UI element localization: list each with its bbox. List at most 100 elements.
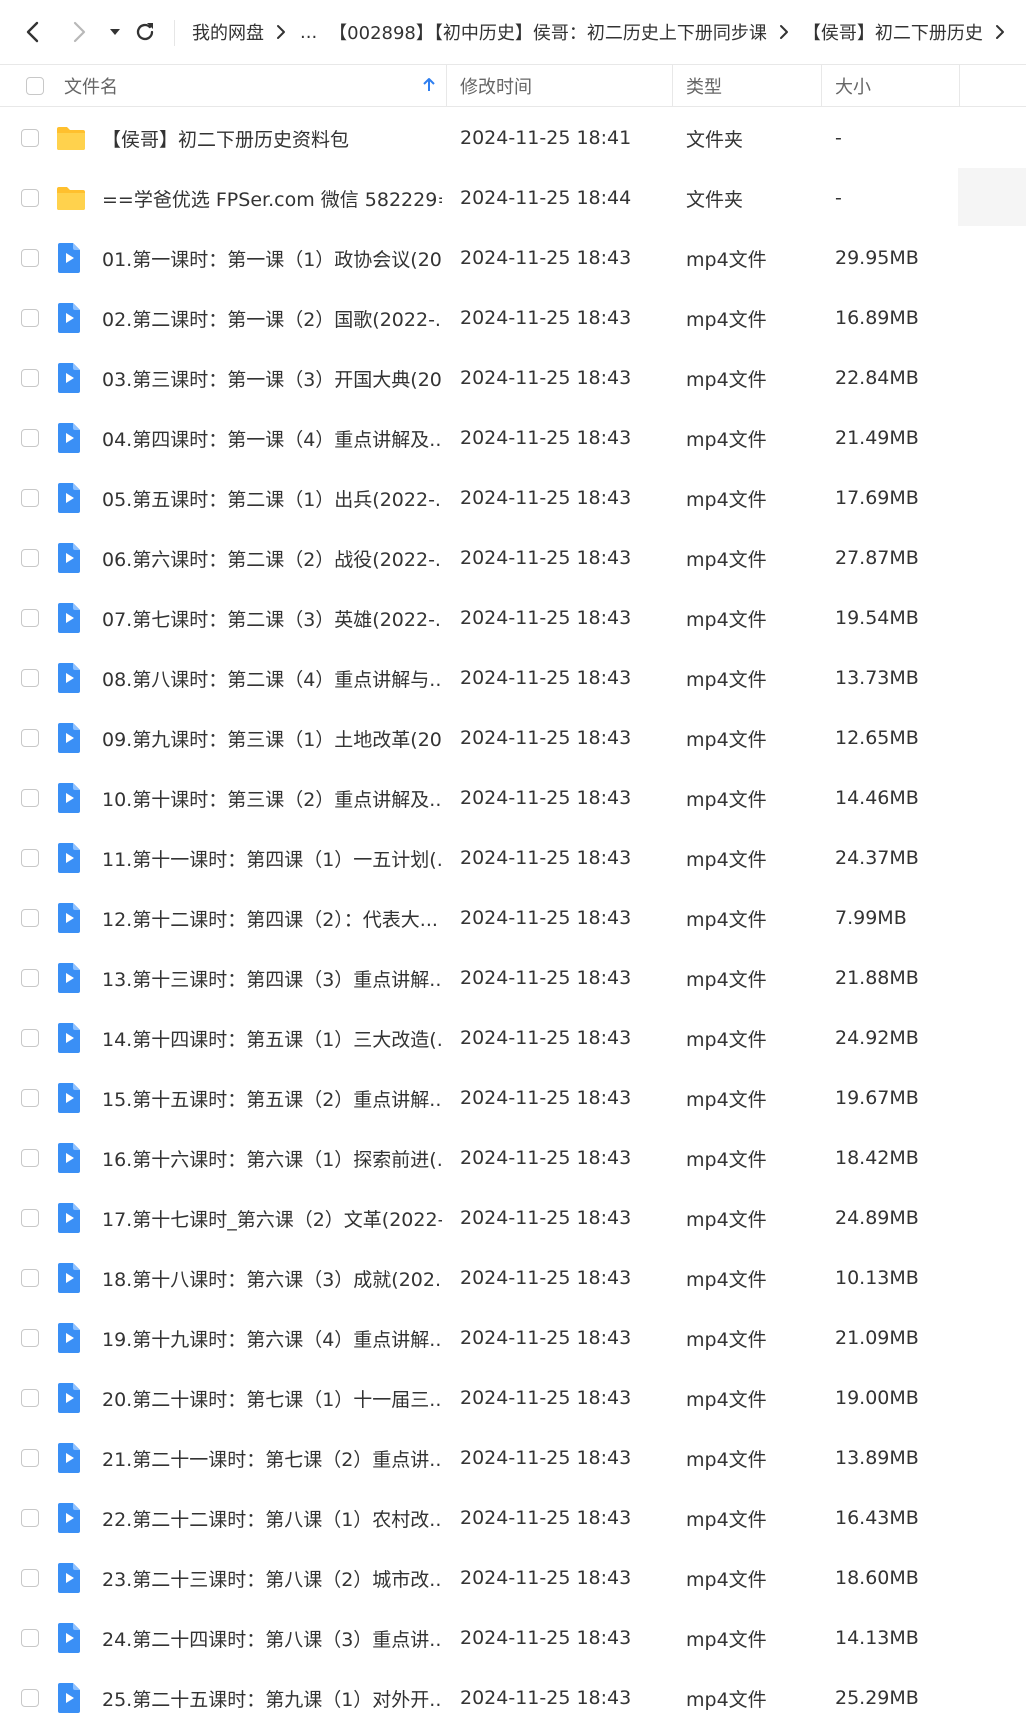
file-name[interactable]: 20.第二十课时：第七课（1）十一届三... <box>102 1368 442 1428</box>
breadcrumb-item-current[interactable]: 【侯哥】初二下册历史 <box>803 19 983 45</box>
file-name[interactable]: 04.第四课时：第一课（4）重点讲解及... <box>102 408 442 468</box>
forward-button[interactable] <box>62 14 96 50</box>
row-checkbox[interactable] <box>21 1389 39 1407</box>
file-name[interactable]: 11.第十一课时：第四课（1）一五计划(... <box>102 828 442 888</box>
file-name[interactable]: 15.第十五课时：第五课（2）重点讲解... <box>102 1068 442 1128</box>
row-checkbox[interactable] <box>21 969 39 987</box>
row-checkbox[interactable] <box>21 1569 39 1587</box>
file-row[interactable]: 23.第二十三课时：第八课（2）城市改... 2024-11-25 18:43 mp… <box>0 1548 1026 1608</box>
file-size: 16.89MB <box>835 307 919 329</box>
column-header-name[interactable]: 文件名 <box>64 65 447 106</box>
row-checkbox[interactable] <box>21 1149 39 1167</box>
back-button[interactable] <box>16 14 50 50</box>
file-name[interactable]: 19.第十九课时：第六课（4）重点讲解... <box>102 1308 442 1368</box>
row-checkbox[interactable] <box>21 249 39 267</box>
row-checkbox[interactable] <box>21 189 39 207</box>
row-checkbox[interactable] <box>21 129 39 147</box>
row-checkbox[interactable] <box>21 429 39 447</box>
file-name[interactable]: 01.第一课时：第一课（1）政协会议(20... <box>102 228 442 288</box>
file-row[interactable]: 08.第八课时：第二课（4）重点讲解与... 2024-11-25 18:43 mp… <box>0 648 1026 708</box>
file-row[interactable]: 25.第二十五课时：第九课（1）对外开... 2024-11-25 18:43 mp… <box>0 1668 1026 1728</box>
row-checkbox[interactable] <box>21 609 39 627</box>
row-checkbox[interactable] <box>21 1329 39 1347</box>
file-name[interactable]: 09.第九课时：第三课（1）土地改革(20... <box>102 708 442 768</box>
file-row[interactable]: 01.第一课时：第一课（1）政协会议(20... 2024-11-25 18:43… <box>0 228 1026 288</box>
row-checkbox[interactable] <box>21 1509 39 1527</box>
file-row[interactable]: 15.第十五课时：第五课（2）重点讲解... 2024-11-25 18:43 mp… <box>0 1068 1026 1128</box>
row-checkbox[interactable] <box>21 369 39 387</box>
file-name[interactable]: 14.第十四课时：第五课（1）三大改造(... <box>102 1008 442 1068</box>
row-checkbox[interactable] <box>21 1089 39 1107</box>
file-name[interactable]: 24.第二十四课时：第八课（3）重点讲... <box>102 1608 442 1668</box>
file-row[interactable]: 20.第二十课时：第七课（1）十一届三... 2024-11-25 18:43 mp… <box>0 1368 1026 1428</box>
file-row[interactable]: 06.第六课时：第二课（2）战役(2022-... 2024-11-25 18:4… <box>0 528 1026 588</box>
file-name[interactable]: 08.第八课时：第二课（4）重点讲解与... <box>102 648 442 708</box>
file-row[interactable]: 11.第十一课时：第四课（1）一五计划(... 2024-11-25 18:43 m… <box>0 828 1026 888</box>
file-row[interactable]: 07.第七课时：第二课（3）英雄(2022-... 2024-11-25 18:4… <box>0 588 1026 648</box>
file-name[interactable]: ==学爸优选 FPSer.com 微信 582229== <box>102 168 442 228</box>
file-name[interactable]: 06.第六课时：第二课（2）战役(2022-... <box>102 528 442 588</box>
select-all-checkbox[interactable] <box>26 76 44 95</box>
file-row[interactable]: 05.第五课时：第二课（1）出兵(2022-... 2024-11-25 18:4… <box>0 468 1026 528</box>
row-checkbox[interactable] <box>21 1629 39 1647</box>
row-checkbox[interactable] <box>21 309 39 327</box>
breadcrumb-item-ellipsis[interactable]: ... <box>300 22 317 43</box>
file-name[interactable]: 13.第十三课时：第四课（3）重点讲解... <box>102 948 442 1008</box>
file-row[interactable]: ==学爸优选 FPSer.com 微信 582229== 2024-11-25 1… <box>0 168 1026 228</box>
file-name[interactable]: 12.第十二课时：第四课（2）：代表大... <box>102 888 442 948</box>
file-row[interactable]: 17.第十七课时_第六课（2）文革(2022-... 2024-11-25 18:… <box>0 1188 1026 1248</box>
file-row[interactable]: 22.第二十二课时：第八课（1）农村改... 2024-11-25 18:43 mp… <box>0 1488 1026 1548</box>
breadcrumb-chevron-icon <box>276 24 286 40</box>
file-row[interactable]: 04.第四课时：第一课（4）重点讲解及... 2024-11-25 18:43 mp… <box>0 408 1026 468</box>
file-row[interactable]: 19.第十九课时：第六课（4）重点讲解... 2024-11-25 18:43 mp… <box>0 1308 1026 1368</box>
file-name[interactable]: 23.第二十三课时：第八课（2）城市改... <box>102 1548 442 1608</box>
file-row[interactable]: 21.第二十一课时：第七课（2）重点讲... 2024-11-25 18:43 mp… <box>0 1428 1026 1488</box>
file-row[interactable]: 10.第十课时：第三课（2）重点讲解及... 2024-11-25 18:43 mp… <box>0 768 1026 828</box>
row-checkbox[interactable] <box>21 1029 39 1047</box>
row-checkbox[interactable] <box>21 1269 39 1287</box>
video-icon <box>56 648 88 708</box>
file-name[interactable]: 22.第二十二课时：第八课（1）农村改... <box>102 1488 442 1548</box>
row-checkbox[interactable] <box>21 729 39 747</box>
file-name[interactable]: 18.第十八课时：第六课（3）成就(202... <box>102 1248 442 1308</box>
breadcrumb-item-root[interactable]: 我的网盘 <box>192 19 264 45</box>
file-name[interactable]: 21.第二十一课时：第七课（2）重点讲... <box>102 1428 442 1488</box>
row-checkbox[interactable] <box>21 1209 39 1227</box>
row-checkbox[interactable] <box>21 669 39 687</box>
file-name[interactable]: 03.第三课时：第一课（3）开国大典(20... <box>102 348 442 408</box>
file-name[interactable]: 02.第二课时：第一课（2）国歌(2022-... <box>102 288 442 348</box>
file-row[interactable]: 03.第三课时：第一课（3）开国大典(20... 2024-11-25 18:43… <box>0 348 1026 408</box>
column-header-type[interactable]: 类型 <box>686 65 822 106</box>
row-checkbox[interactable] <box>21 909 39 927</box>
file-row[interactable]: 24.第二十四课时：第八课（3）重点讲... 2024-11-25 18:43 mp… <box>0 1608 1026 1668</box>
file-type: mp4文件 <box>686 1628 767 1651</box>
history-dropdown-button[interactable] <box>100 14 130 50</box>
row-checkbox[interactable] <box>21 1449 39 1467</box>
file-name[interactable]: 【侯哥】初二下册历史资料包 <box>102 108 442 168</box>
column-header-date[interactable]: 修改时间 <box>460 65 673 106</box>
file-row[interactable]: 【侯哥】初二下册历史资料包 2024-11-25 18:41 文件夹 - <box>0 108 1026 168</box>
file-name[interactable]: 25.第二十五课时：第九课（1）对外开... <box>102 1668 442 1728</box>
row-checkbox[interactable] <box>21 849 39 867</box>
row-checkbox[interactable] <box>21 789 39 807</box>
file-row[interactable]: 18.第十八课时：第六课（3）成就(202... 2024-11-25 18:43… <box>0 1248 1026 1308</box>
file-row[interactable]: 09.第九课时：第三课（1）土地改革(20... 2024-11-25 18:43… <box>0 708 1026 768</box>
file-name[interactable]: 05.第五课时：第二课（1）出兵(2022-... <box>102 468 442 528</box>
file-name[interactable]: 16.第十六课时：第六课（1）探索前进(... <box>102 1128 442 1188</box>
file-size: 18.60MB <box>835 1567 919 1589</box>
file-size: 27.87MB <box>835 547 919 569</box>
file-name[interactable]: 17.第十七课时_第六课（2）文革(2022-... <box>102 1188 442 1248</box>
file-row[interactable]: 16.第十六课时：第六课（1）探索前进(... 2024-11-25 18:43 m… <box>0 1128 1026 1188</box>
file-name[interactable]: 10.第十课时：第三课（2）重点讲解及... <box>102 768 442 828</box>
file-row[interactable]: 02.第二课时：第一课（2）国歌(2022-... 2024-11-25 18:4… <box>0 288 1026 348</box>
file-row[interactable]: 14.第十四课时：第五课（1）三大改造(... 2024-11-25 18:43 m… <box>0 1008 1026 1068</box>
column-header-size[interactable]: 大小 <box>835 65 960 106</box>
file-row[interactable]: 13.第十三课时：第四课（3）重点讲解... 2024-11-25 18:43 mp… <box>0 948 1026 1008</box>
row-checkbox[interactable] <box>21 549 39 567</box>
file-row[interactable]: 12.第十二课时：第四课（2）：代表大... 2024-11-25 18:43 mp… <box>0 888 1026 948</box>
breadcrumb-item-course[interactable]: 【002898】【初中历史】侯哥：初二历史上下册同步课 <box>329 19 767 45</box>
refresh-button[interactable] <box>128 14 162 50</box>
row-checkbox[interactable] <box>21 1689 39 1707</box>
file-name[interactable]: 07.第七课时：第二课（3）英雄(2022-... <box>102 588 442 648</box>
row-checkbox[interactable] <box>21 489 39 507</box>
